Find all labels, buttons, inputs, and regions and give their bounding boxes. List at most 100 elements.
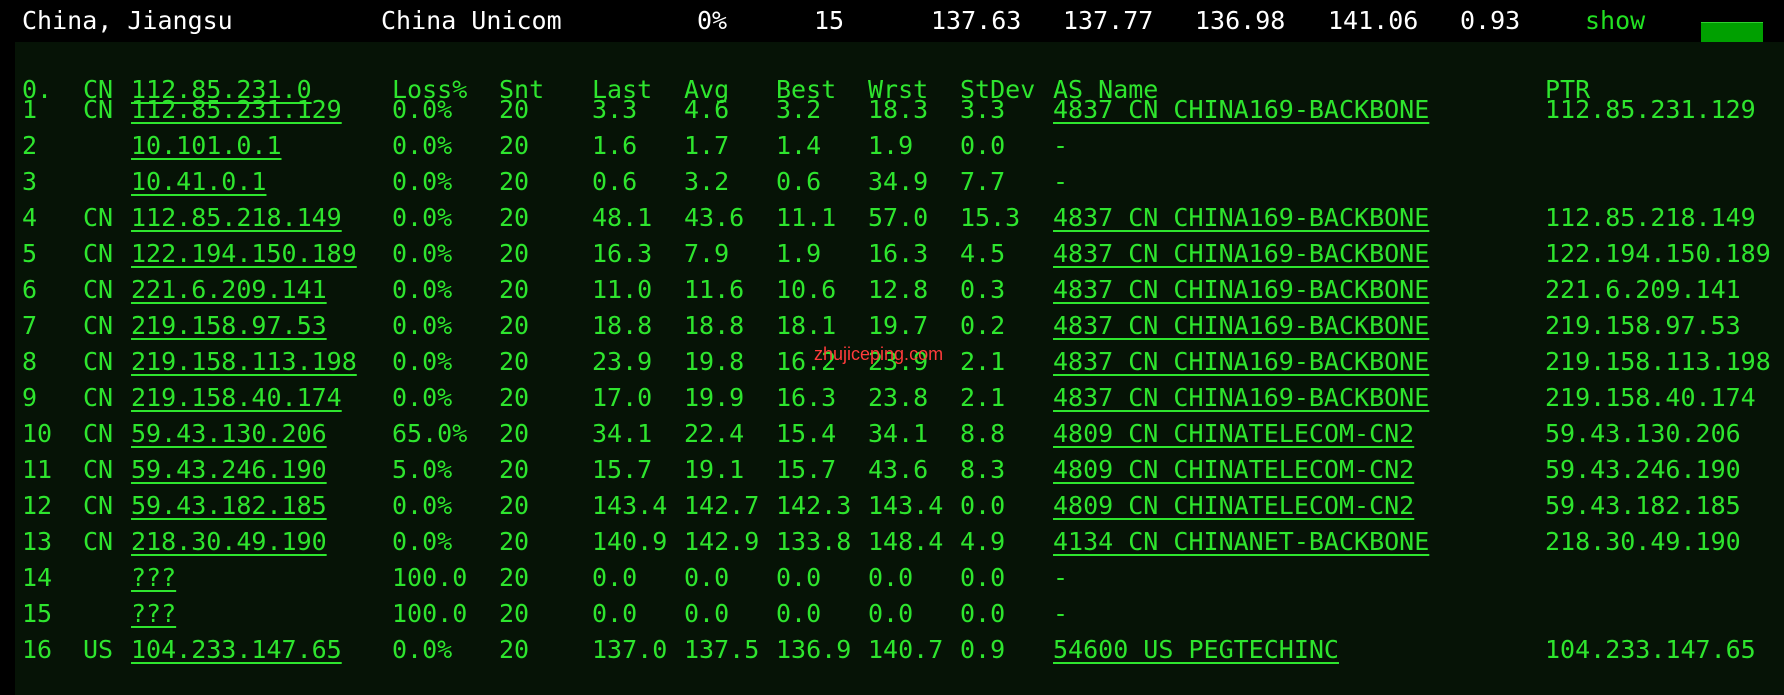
hop-11-ptr: 59.43.246.190 [1545,455,1741,484]
hop-12-host-link[interactable]: 59.43.182.185 [131,491,327,521]
hop-8-as-name-link[interactable]: 4837 CN CHINA169-BACKBONE [1053,347,1429,377]
hop-12-wrst: 143.4 [868,491,944,520]
hop-9-ptr: 219.158.40.174 [1545,383,1756,412]
hop-3-loss: 0.0% [392,167,453,196]
hop-8-hop: 8 [22,347,38,376]
hop-6-as-name-link[interactable]: 4837 CN CHINA169-BACKBONE [1053,275,1429,305]
hop-2-avg: 1.7 [684,131,730,160]
hop-2-as-name: - [1053,131,1069,160]
hop-12-last: 143.4 [592,491,668,520]
hop-7-snt: 20 [499,311,530,340]
hop-13-snt: 20 [499,527,530,556]
hop-16-stdev: 0.9 [960,635,1006,664]
hop-16-host-link[interactable]: 104.233.147.65 [131,635,342,665]
hop-11-as-name-link[interactable]: 4809 CN CHINATELECOM-CN2 [1053,455,1414,485]
hop-5-host-link[interactable]: 122.194.150.189 [131,239,357,269]
hop-4-best: 11.1 [776,203,837,232]
hop-14-host-link[interactable]: ??? [131,563,176,593]
hop-7-host-link[interactable]: 219.158.97.53 [131,311,327,341]
hop-10-hop: 10 [22,419,53,448]
hop-3-snt: 20 [499,167,530,196]
hop-6-hop: 6 [22,275,38,304]
hop-5-wrst: 16.3 [868,239,929,268]
hop-6-host-link[interactable]: 221.6.209.141 [131,275,327,305]
hop-10-host-link[interactable]: 59.43.130.206 [131,419,327,449]
hop-9-as-name-link[interactable]: 4837 CN CHINA169-BACKBONE [1053,383,1429,413]
hop-13-loss: 0.0% [392,527,453,556]
hop-15-as-name: - [1053,599,1069,628]
hop-13-ptr: 218.30.49.190 [1545,527,1741,556]
hop-4-wrst: 57.0 [868,203,929,232]
hop-16-last: 137.0 [592,635,668,664]
hop-14-last: 0.0 [592,563,638,592]
hop-14-best: 0.0 [776,563,822,592]
hop-15-host-link[interactable]: ??? [131,599,176,629]
hop-1-wrst: 18.3 [868,95,929,124]
hop-1-stdev: 3.3 [960,95,1006,124]
hop-13-host-link[interactable]: 218.30.49.190 [131,527,327,557]
hop-6-ptr: 221.6.209.141 [1545,275,1741,304]
hop-9-host-link[interactable]: 219.158.40.174 [131,383,342,413]
hop-11-loss: 5.0% [392,455,453,484]
hop-1-ptr: 112.85.231.129 [1545,95,1756,124]
hop-3-as-name: - [1053,167,1069,196]
hop-10-as-name-link[interactable]: 4809 CN CHINATELECOM-CN2 [1053,419,1414,449]
hop-6-avg: 11.6 [684,275,745,304]
hop-11-host-link[interactable]: 59.43.246.190 [131,455,327,485]
hop-7-hop: 7 [22,311,38,340]
hop-4-stdev: 15.3 [960,203,1021,232]
hop-7-last: 18.8 [592,311,653,340]
hop-16-best: 136.9 [776,635,852,664]
hop-2-loss: 0.0% [392,131,453,160]
hop-15-snt: 20 [499,599,530,628]
hop-10-loss: 65.0% [392,419,468,448]
hop-11-snt: 20 [499,455,530,484]
hop-5-cc: CN [83,239,114,268]
hop-1-as-name-link[interactable]: 4837 CN CHINA169-BACKBONE [1053,95,1429,125]
hop-1-host-link[interactable]: 112.85.231.129 [131,95,342,125]
hop-14-avg: 0.0 [684,563,730,592]
hop-3-hop: 3 [22,167,38,196]
hop-11-stdev: 8.3 [960,455,1006,484]
hop-5-loss: 0.0% [392,239,453,268]
hop-13-last: 140.9 [592,527,668,556]
hop-2-stdev: 0.0 [960,131,1006,160]
hop-3-host-link[interactable]: 10.41.0.1 [131,167,266,197]
hop-4-host-link[interactable]: 112.85.218.149 [131,203,342,233]
hop-3-last: 0.6 [592,167,638,196]
hop-6-stdev: 0.3 [960,275,1006,304]
hop-8-ptr: 219.158.113.198 [1545,347,1771,376]
hop-5-as-name-link[interactable]: 4837 CN CHINA169-BACKBONE [1053,239,1429,269]
hop-2-last: 1.6 [592,131,638,160]
hop-2-host-link[interactable]: 10.101.0.1 [131,131,282,161]
hop-16-cc: US [83,635,114,664]
hop-4-snt: 20 [499,203,530,232]
hop-14-loss: 100.0 [392,563,468,592]
hop-16-snt: 20 [499,635,530,664]
hop-11-hop: 11 [22,455,53,484]
hop-12-as-name-link[interactable]: 4809 CN CHINATELECOM-CN2 [1053,491,1414,521]
hop-4-hop: 4 [22,203,38,232]
hop-8-snt: 20 [499,347,530,376]
hop-7-avg: 18.8 [684,311,745,340]
hop-15-loss: 100.0 [392,599,468,628]
hop-4-as-name-link[interactable]: 4837 CN CHINA169-BACKBONE [1053,203,1429,233]
hop-5-last: 16.3 [592,239,653,268]
hop-13-as-name-link[interactable]: 4134 CN CHINANET-BACKBONE [1053,527,1429,557]
hop-5-stdev: 4.5 [960,239,1006,268]
hop-8-loss: 0.0% [392,347,453,376]
hop-5-hop: 5 [22,239,38,268]
hop-7-as-name-link[interactable]: 4837 CN CHINA169-BACKBONE [1053,311,1429,341]
hop-9-snt: 20 [499,383,530,412]
hop-8-cc: CN [83,347,114,376]
hop-13-hop: 13 [22,527,53,556]
hop-9-wrst: 23.8 [868,383,929,412]
hop-8-stdev: 2.1 [960,347,1006,376]
hop-16-as-name-link[interactable]: 54600 US PEGTECHINC [1053,635,1339,665]
hop-4-avg: 43.6 [684,203,745,232]
hop-8-avg: 19.8 [684,347,745,376]
hop-10-snt: 20 [499,419,530,448]
hop-8-host-link[interactable]: 219.158.113.198 [131,347,357,377]
hop-6-wrst: 12.8 [868,275,929,304]
hop-12-ptr: 59.43.182.185 [1545,491,1741,520]
